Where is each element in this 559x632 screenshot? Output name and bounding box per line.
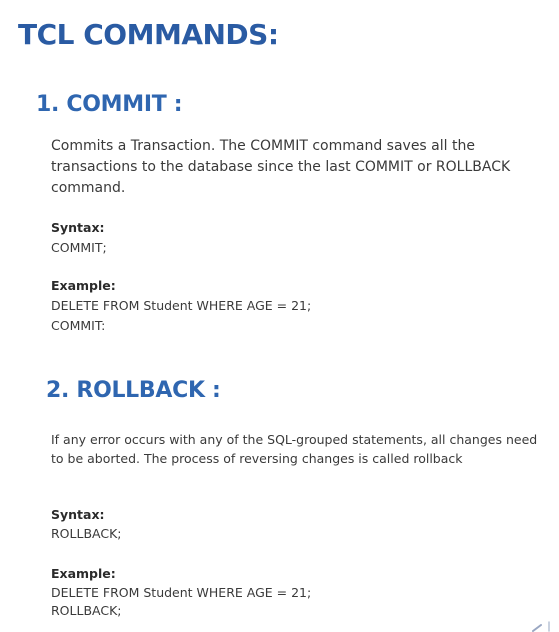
rollback-example-label: Example: [51,566,116,581]
section-heading-rollback: 2. ROLLBACK : [46,378,221,403]
rollback-example-line: DELETE FROM Student WHERE AGE = 21; [51,585,312,600]
commit-syntax-label: Syntax: [51,220,105,235]
commit-syntax-code: COMMIT; [51,240,107,255]
commit-example-label: Example: [51,278,116,293]
rollback-example-line: ROLLBACK; [51,603,122,618]
commit-description: Commits a Transaction. The COMMIT comman… [51,138,511,196]
rollback-syntax-code: ROLLBACK; [51,526,122,541]
section-heading-commit: 1. COMMIT : [36,92,183,117]
page-title: TCL COMMANDS: [18,18,279,51]
commit-example-line: DELETE FROM Student WHERE AGE = 21; [51,298,312,313]
document-page: TCL COMMANDS: 1. COMMIT : Commits a Tran… [0,0,559,632]
corner-decoration-icon [532,621,550,632]
rollback-description: If any error occurs with any of the SQL-… [51,432,538,466]
rollback-syntax-label: Syntax: [51,507,105,522]
commit-example-line: COMMIT: [51,318,106,333]
